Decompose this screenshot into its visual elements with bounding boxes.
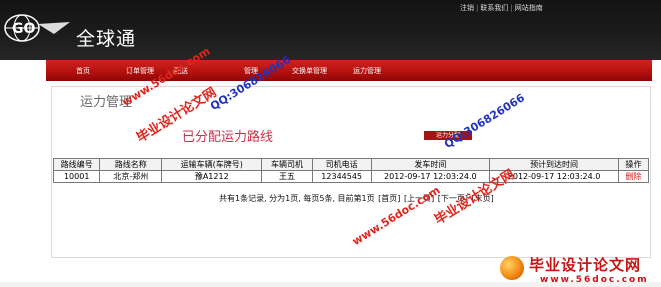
cell-depart-time: 2012-09-17 12:03:24.0 xyxy=(370,170,491,183)
routes-table: 路线编号 路线名称 运输车辆(车牌号) 车辆司机 司机电话 发车时间 预计到达时… xyxy=(52,158,649,183)
cell-phone: 12344545 xyxy=(311,170,372,183)
col-vehicle: 运输车辆(车牌号) xyxy=(161,158,263,171)
site-guide-link[interactable]: 网站指南 xyxy=(515,4,543,12)
brand-name: 全球通 xyxy=(76,28,137,50)
col-route-name: 路线名称 xyxy=(99,158,163,171)
footer-divider xyxy=(0,282,661,287)
pagination-summary: 共有1条记录, 分为1页, 每页5条, 目前第1页 xyxy=(219,194,375,203)
logout-link[interactable]: 注销 xyxy=(460,4,474,12)
top-links: 注销 | 联系我们 | 网站指南 xyxy=(460,4,543,12)
ball-icon xyxy=(500,256,524,280)
svg-text:GO: GO xyxy=(12,21,35,37)
contact-link[interactable]: 联系我们 xyxy=(480,4,508,12)
globe-logo-icon: GO xyxy=(4,14,70,42)
main-nav: 首页 订单管理 配送 管理 交换单管理 运力管理 xyxy=(46,60,652,81)
table-row: 10001 北京-郑州 豫A1212 王五 12344545 2012-09-1… xyxy=(52,170,649,183)
first-page-link[interactable]: [首页] xyxy=(378,194,400,203)
bottom-brand: 毕业设计论文网 xyxy=(529,256,642,274)
col-phone: 司机电话 xyxy=(311,158,372,171)
col-depart-time: 发车时间 xyxy=(370,158,491,171)
delete-link[interactable]: 删除 xyxy=(618,170,649,183)
col-route-id: 路线编号 xyxy=(52,158,101,171)
cell-driver: 王五 xyxy=(261,170,313,183)
cell-route-name: 北京-郑州 xyxy=(99,170,163,183)
cell-route-id: 10001 xyxy=(52,170,101,183)
nav-orders[interactable]: 订单管理 xyxy=(126,66,154,76)
table-header-row: 路线编号 路线名称 运输车辆(车牌号) 车辆司机 司机电话 发车时间 预计到达时… xyxy=(52,158,649,171)
section-title: 已分配运力路线 xyxy=(182,130,274,145)
col-driver: 车辆司机 xyxy=(261,158,313,171)
header-bar: GO 全球通 注销 | 联系我们 | 网站指南 xyxy=(0,0,661,60)
col-action: 操作 xyxy=(618,158,649,171)
nav-capacity[interactable]: 运力管理 xyxy=(353,66,381,76)
cell-vehicle: 豫A1212 xyxy=(161,170,263,183)
nav-exchange[interactable]: 交换单管理 xyxy=(292,66,327,76)
nav-home[interactable]: 首页 xyxy=(76,66,90,76)
